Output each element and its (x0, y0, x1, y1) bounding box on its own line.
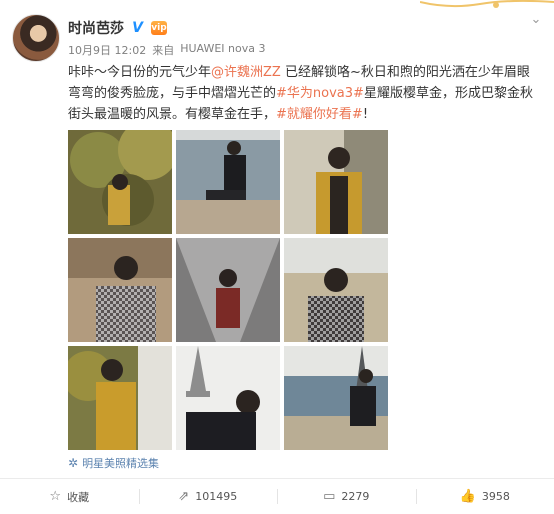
text-part-4: ! (362, 107, 369, 122)
photo-grid (68, 130, 388, 450)
repost-icon: ⇗ (178, 489, 190, 504)
verified-icon: V (130, 20, 145, 36)
post-meta: 10月9日 12:02 来自 HUAWEI nova 3 (68, 42, 265, 58)
photo-5[interactable] (176, 238, 280, 342)
author-row: 时尚芭莎 V vip (68, 18, 167, 38)
source-row[interactable]: ✲ 明星美照精选集 (68, 455, 159, 471)
photo-3[interactable] (284, 130, 388, 234)
repost-button[interactable]: ⇗ 101495 (138, 479, 278, 514)
comment-button[interactable]: ▭ 2279 (277, 479, 416, 514)
post-date[interactable]: 10月9日 12:02 (68, 42, 146, 58)
source-prefix: 来自 (152, 44, 175, 57)
favorite-button[interactable]: ☆ 收藏 (0, 479, 139, 514)
flower-icon: ✲ (68, 456, 79, 470)
thumbs-up-icon: 👍 (459, 489, 476, 504)
author-name[interactable]: 时尚芭莎 (68, 18, 124, 38)
photo-6[interactable] (284, 238, 388, 342)
favorite-label: 收藏 (67, 490, 90, 504)
mention-link[interactable]: @许魏洲ZZ (211, 65, 281, 80)
action-bar: ☆ 收藏 ⇗ 101495 ▭ 2279 👍 3958 (0, 479, 554, 514)
comment-count: 2279 (341, 490, 370, 503)
chevron-down-icon[interactable]: ⌄ (528, 12, 544, 28)
photo-2[interactable] (176, 130, 280, 234)
photo-9[interactable] (284, 346, 388, 450)
post-text: 咔咔～今日份的元气少年@许魏洲ZZ 已经解锁咯~秋日和煦的阳光洒在少年眉眼弯弯的… (68, 62, 538, 125)
photo-7[interactable] (68, 346, 172, 450)
star-icon: ☆ (49, 489, 62, 504)
hashtag-link-1[interactable]: #华为nova3# (276, 86, 364, 101)
source-label[interactable]: 明星美照精选集 (82, 455, 159, 471)
top-decoration (420, 0, 554, 8)
like-button[interactable]: 👍 3958 (415, 479, 554, 514)
comment-icon: ▭ (323, 489, 336, 504)
photo-8[interactable] (176, 346, 280, 450)
repost-count: 101495 (195, 490, 238, 503)
text-part-1: 咔咔～今日份的元气少年 (68, 65, 212, 80)
vip-icon: vip (151, 21, 167, 35)
photo-1[interactable] (68, 130, 172, 234)
hashtag-link-2[interactable]: #就耀你好看# (276, 107, 363, 122)
device-name: HUAWEI nova 3 (180, 42, 266, 55)
photo-4[interactable] (68, 238, 172, 342)
like-count: 3958 (481, 490, 510, 503)
avatar[interactable] (12, 14, 60, 62)
